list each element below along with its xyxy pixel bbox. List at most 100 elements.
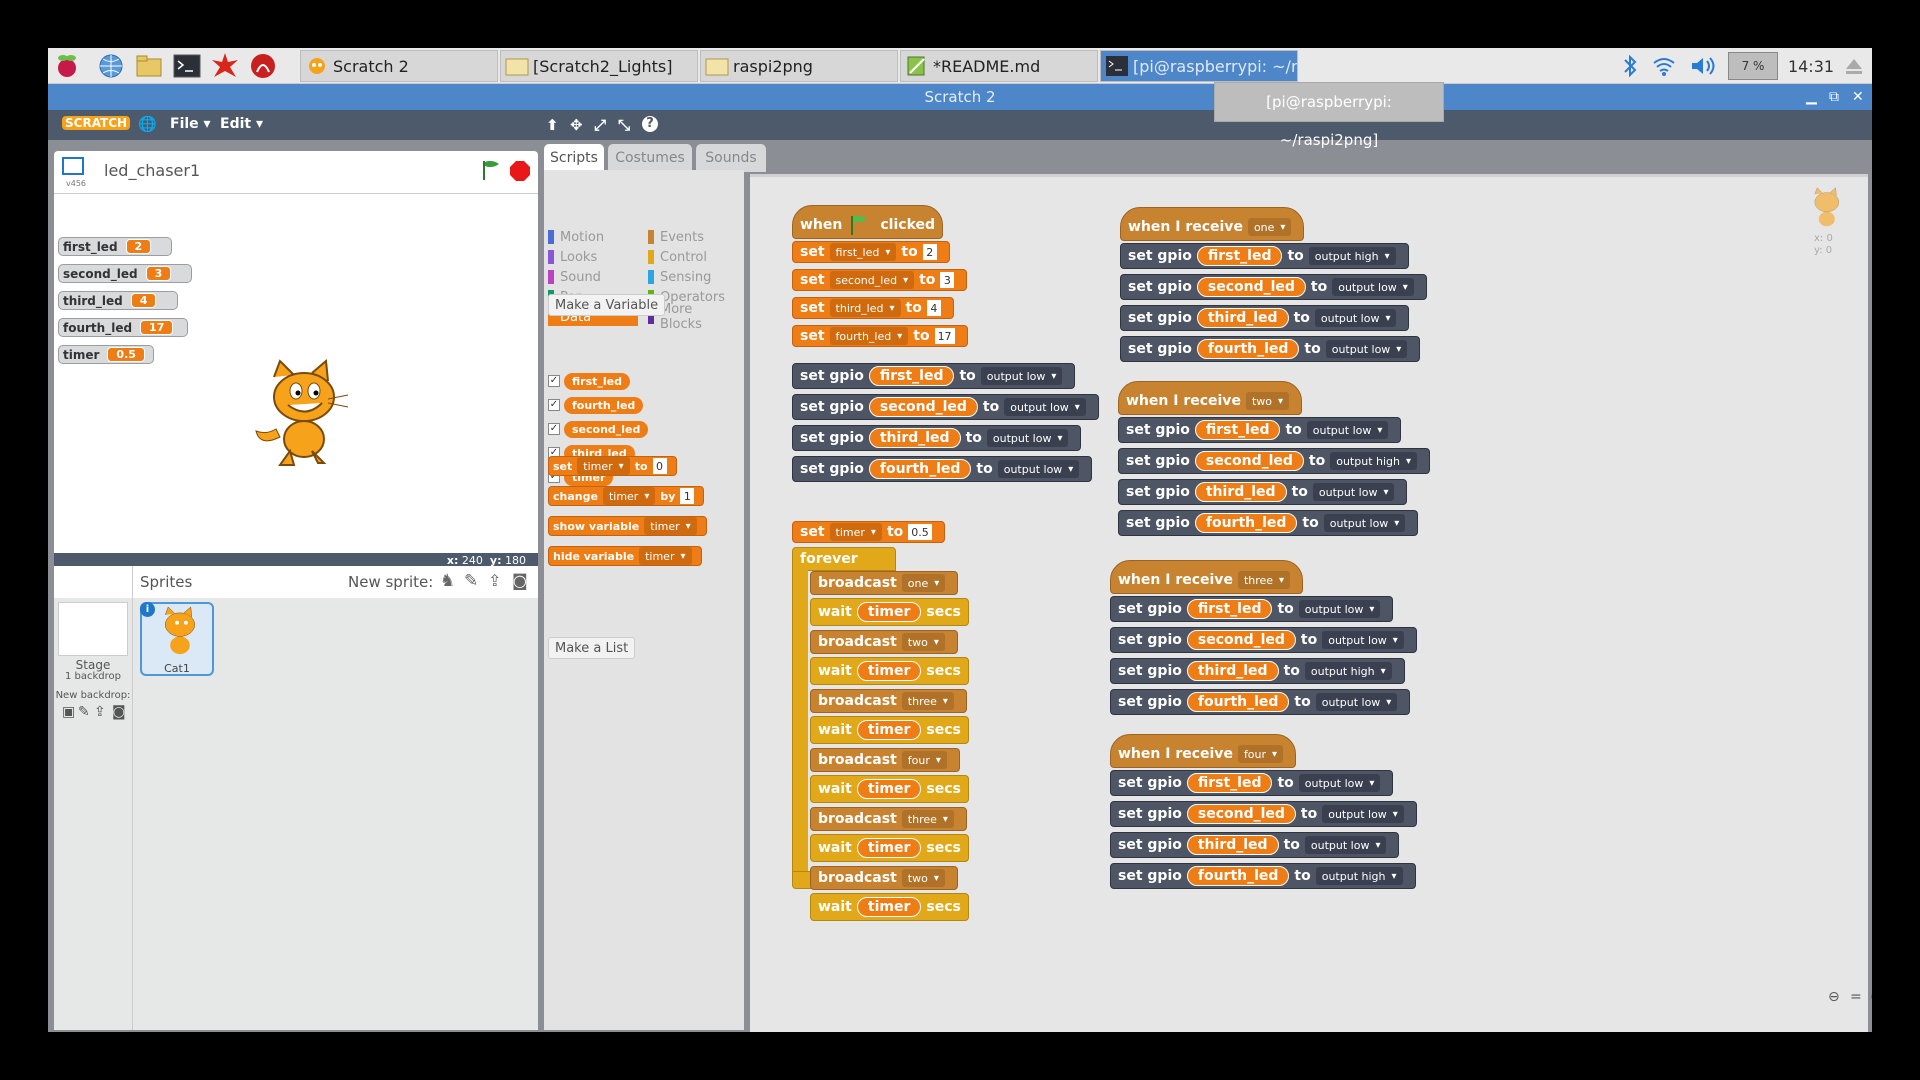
taskbar-button-scratch[interactable]: Scratch 2 [300,50,498,82]
mathematica-icon[interactable] [210,52,240,80]
wait-block[interactable]: wait timer secs [810,834,969,862]
palette-hide-variable-block[interactable]: hide variable timer [548,546,702,566]
taskbar-button-readme[interactable]: *README.md [900,50,1098,82]
delete-tool-icon[interactable]: ✥ [570,116,583,134]
wait-block[interactable]: wait timer secs [810,775,969,803]
sprite-library-icon[interactable]: ♞ [440,571,455,591]
palette-change-block[interactable]: change timerby 1 [548,486,705,506]
variable-checkbox[interactable]: ✓ [548,375,560,387]
output-mode-dropdown[interactable]: output low [1315,693,1398,711]
led-reporter[interactable]: third_led [1186,835,1279,855]
value-input[interactable]: 1 [680,488,695,504]
cat-sprite[interactable] [252,358,352,473]
tab-costumes[interactable]: Costumes [608,144,692,172]
output-mode-dropdown[interactable]: output low [1332,278,1414,296]
eject-icon[interactable] [1842,52,1866,80]
wait-block[interactable]: wait timer secs [810,598,969,626]
variable-monitor[interactable]: second_led 3 [58,264,192,283]
wolfram-icon[interactable] [248,52,278,80]
make-list-button[interactable]: Make a List [548,637,636,659]
when-i-receive-hat[interactable]: when I receive one [1120,207,1305,241]
set-variable-block[interactable]: setsecond_ledto3 [792,269,968,291]
variable-dropdown[interactable]: second_led [829,271,915,289]
led-reporter[interactable]: first_led [1196,246,1283,266]
green-flag-icon[interactable] [480,159,502,185]
bluetooth-icon[interactable] [1618,52,1642,80]
file-menu[interactable]: File ▾ [170,116,211,132]
clock[interactable]: 14:31 [1786,52,1836,80]
language-globe-icon[interactable]: 🌐 [138,115,157,133]
set-gpio-block[interactable]: set gpio second_led to output low [1110,627,1417,653]
upload-sprite-icon[interactable]: ⇪ [488,571,501,590]
taskbar-button-raspi2png[interactable]: raspi2png [700,50,898,82]
output-mode-dropdown[interactable]: output high [1330,452,1418,470]
forever-block[interactable]: forever [792,547,896,571]
led-reporter[interactable]: second_led [1186,630,1296,650]
message-dropdown[interactable]: two [1245,392,1290,410]
message-dropdown[interactable]: three [901,810,954,828]
category-sound[interactable]: Sound [548,268,638,286]
raspberry-menu-icon[interactable] [52,52,82,80]
set-variable-block[interactable]: setfourth_ledto17 [792,325,968,347]
variable-reporter[interactable]: fourth_led [564,397,644,414]
wait-block[interactable]: wait timer secs [810,716,969,744]
led-reporter[interactable]: fourth_led [1196,339,1300,359]
variable-monitor[interactable]: fourth_led 17 [58,318,188,337]
stage-canvas[interactable]: first_led 2 second_led 3 third_led 4 fourth… [54,193,538,553]
grow-tool-icon[interactable]: ⤢ [594,116,606,134]
timer-reporter[interactable]: timer [856,602,922,622]
led-reporter[interactable]: fourth_led [1194,513,1298,533]
variable-checkbox[interactable]: ✓ [548,399,560,411]
set-gpio-block[interactable]: set gpio third_led to output low [1110,832,1400,858]
category-events[interactable]: Events [648,228,738,246]
message-dropdown[interactable]: four [901,751,947,769]
zoom-in-icon[interactable]: ⊕ [1870,989,1872,1005]
variable-reporter[interactable]: second_led [564,421,649,438]
camera-sprite-icon[interactable]: ◙ [512,571,528,590]
message-dropdown[interactable]: three [901,692,954,710]
output-mode-dropdown[interactable]: output high [1315,867,1403,885]
taskbar-button-folder[interactable]: [Scratch2_Lights] [500,50,698,82]
message-dropdown[interactable]: three [1237,571,1291,589]
shrink-tool-icon[interactable]: ⤡ [618,116,630,134]
sprite-thumbnail-cat1[interactable]: i Cat1 [140,602,214,676]
set-gpio-block[interactable]: set gpio second_led to output high [1118,448,1431,474]
output-mode-dropdown[interactable]: output low [980,367,1063,385]
tab-sounds[interactable]: Sounds [696,144,766,172]
set-gpio-block[interactable]: set gpio first_led to output low [792,363,1076,389]
output-mode-dropdown[interactable]: output high [1304,662,1392,680]
led-reporter[interactable]: fourth_led [868,459,972,479]
message-dropdown[interactable]: two [901,869,945,887]
led-reporter[interactable]: second_led [1194,451,1304,471]
zoom-reset-icon[interactable]: = [1850,989,1862,1005]
set-variable-block[interactable]: setfirst_ledto2 [792,241,950,263]
set-gpio-block[interactable]: set gpio third_led to output high [1110,658,1405,684]
message-dropdown[interactable]: one [901,574,946,592]
output-mode-dropdown[interactable]: output low [1004,398,1086,416]
set-gpio-block[interactable]: set gpio second_led to output low [1110,801,1417,827]
variable-dropdown[interactable]: timer [577,457,630,475]
output-mode-dropdown[interactable]: output low [1306,421,1389,439]
wifi-icon[interactable] [1650,52,1678,80]
set-gpio-block[interactable]: set gpio second_led to output low [792,394,1099,420]
scratch-logo[interactable]: SCRATCH [62,116,131,130]
output-mode-dropdown[interactable]: output low [1325,340,1408,358]
variable-dropdown[interactable]: third_led [829,299,901,317]
category-motion[interactable]: Motion [548,228,638,246]
set-variable-block[interactable]: setthird_ledto4 [792,297,954,319]
scripts-area[interactable]: x: 0 y: 0 when clicked setfirst_ledto2se… [750,174,1872,1032]
variable-monitor[interactable]: timer 0.5 [58,345,154,364]
led-reporter[interactable]: second_led [868,397,978,417]
led-reporter[interactable]: second_led [1196,277,1306,297]
category-sensing[interactable]: Sensing [648,268,738,286]
led-reporter[interactable]: third_led [868,428,961,448]
value-input[interactable]: 4 [926,300,941,316]
camera-backdrop-icon[interactable]: ◙ [112,704,126,720]
timer-reporter[interactable]: timer [856,897,922,917]
fullscreen-icon[interactable] [62,157,84,175]
message-dropdown[interactable]: two [901,633,945,651]
category-looks[interactable]: Looks [548,248,638,266]
variable-dropdown[interactable]: fourth_led [829,327,909,345]
stop-sign-icon[interactable] [510,161,530,181]
make-variable-button[interactable]: Make a Variable [548,294,666,316]
